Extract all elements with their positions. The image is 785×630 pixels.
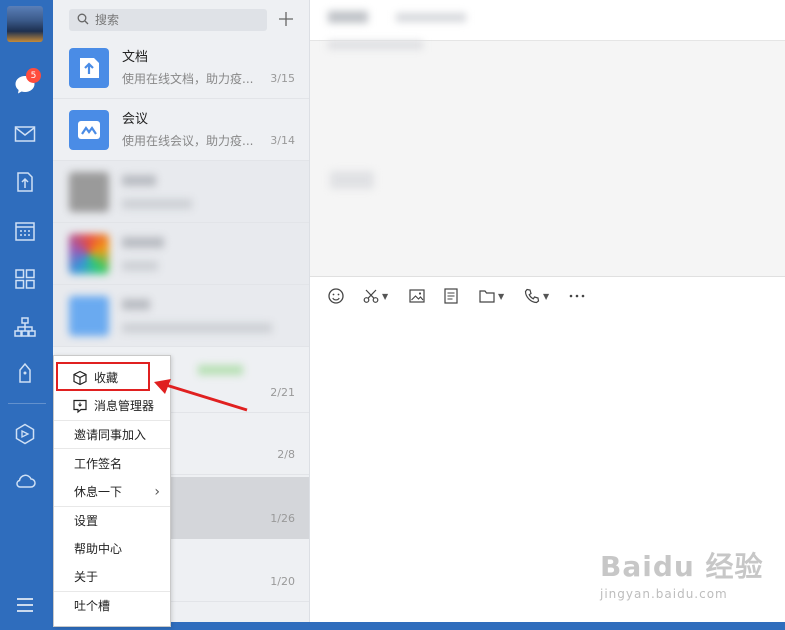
conversation-item-docs[interactable]: 文档 使用在线文档，助力疫... 3/15	[53, 37, 309, 99]
menu-item-invite-colleagues[interactable]: 邀请同事加入	[54, 421, 170, 448]
blurred-title	[122, 237, 164, 248]
blurred-message-bubble	[330, 171, 374, 189]
message-toolbar: ▼ ▼ ▼	[310, 278, 785, 314]
menu-item-label: 消息管理器	[94, 399, 155, 413]
conversation-item-blurred[interactable]	[53, 161, 309, 223]
watermark-main: Baidu 经验	[600, 550, 764, 583]
meeting-app-icon	[69, 110, 109, 150]
note-button[interactable]	[442, 286, 460, 306]
conversation-date: 3/14	[270, 134, 295, 147]
left-nav-bar: 5	[0, 0, 53, 630]
image-icon	[409, 289, 425, 303]
dropdown-caret-icon[interactable]: ▼	[543, 292, 549, 301]
conversation-preview: 使用在线文档，助力疫...	[122, 72, 254, 86]
user-avatar[interactable]	[7, 6, 43, 42]
search-icon	[77, 13, 89, 28]
call-button[interactable]: ▼	[523, 286, 549, 306]
blurred-preview	[122, 261, 158, 271]
menu-item-work-signature[interactable]: 工作签名	[54, 450, 170, 477]
blurred-title	[122, 175, 156, 186]
search-box[interactable]	[69, 9, 267, 31]
blurred-preview	[122, 323, 272, 333]
document-icon[interactable]	[12, 169, 38, 195]
image-button[interactable]	[408, 286, 426, 306]
workbench-icon[interactable]	[12, 421, 38, 447]
conversation-item-blurred[interactable]	[53, 285, 309, 347]
note-icon	[444, 288, 458, 304]
conversation-title: 文档	[122, 50, 149, 65]
docs-app-icon	[69, 48, 109, 88]
calendar-icon[interactable]	[12, 218, 38, 244]
conversation-date: 1/20	[270, 575, 295, 588]
org-chart-icon[interactable]	[12, 314, 38, 340]
menu-item-label: 工作签名	[74, 457, 123, 471]
conversation-title: 会议	[122, 112, 149, 127]
menu-item-help-center[interactable]: 帮助中心	[54, 535, 170, 562]
menu-divider	[54, 448, 170, 449]
folder-icon	[479, 290, 495, 303]
apps-icon[interactable]	[12, 266, 38, 292]
blurred-title	[122, 299, 150, 310]
emoji-icon	[328, 288, 344, 304]
conversation-date: 2/8	[277, 448, 295, 461]
conversation-date: 3/15	[270, 72, 295, 85]
file-button[interactable]: ▼	[478, 286, 504, 306]
blurred-chat-subtitle	[396, 13, 466, 22]
more-button[interactable]	[568, 286, 586, 306]
plus-icon	[279, 12, 293, 26]
search-input[interactable]	[95, 13, 255, 27]
watermark-sub: jingyan.baidu.com	[600, 587, 728, 601]
blurred-chat-title	[328, 11, 368, 23]
menu-item-label: 休息一下	[74, 485, 123, 499]
chevron-right-icon: ›	[154, 483, 160, 500]
conversation-date: 2/21	[270, 386, 295, 399]
conversation-preview: 使用在线会议，助力疫...	[122, 134, 254, 148]
annotation-highlight-box	[56, 362, 150, 391]
menu-item-label: 关于	[74, 570, 99, 584]
message-manager-icon	[73, 399, 87, 414]
add-button[interactable]	[275, 8, 297, 30]
blurred-preview	[122, 199, 192, 209]
menu-item-label: 设置	[74, 514, 99, 528]
menu-item-about[interactable]: 关于	[54, 563, 170, 590]
blurred-message	[328, 41, 423, 49]
pin-icon[interactable]	[12, 360, 38, 386]
menu-item-feedback[interactable]: 吐个槽	[54, 592, 170, 619]
cloud-icon[interactable]	[12, 468, 38, 494]
chat-header	[310, 0, 785, 41]
blurred-tag	[198, 365, 243, 375]
message-area	[310, 41, 785, 277]
screenshot-button[interactable]: ▼	[362, 286, 388, 306]
baidu-watermark: Baidu 经验 jingyan.baidu.com	[600, 545, 764, 601]
phone-icon	[524, 288, 540, 304]
unread-badge: 5	[26, 68, 41, 83]
menu-item-settings[interactable]: 设置	[54, 507, 170, 534]
menu-item-label: 邀请同事加入	[74, 428, 147, 442]
conversation-item-meeting[interactable]: 会议 使用在线会议，助力疫... 3/14	[53, 99, 309, 161]
conversation-item-blurred[interactable]	[53, 223, 309, 285]
conversation-date: 1/26	[270, 512, 295, 525]
contact-avatar	[69, 234, 109, 274]
scissors-icon	[363, 289, 379, 303]
dropdown-caret-icon[interactable]: ▼	[498, 292, 504, 301]
contact-avatar	[69, 296, 109, 336]
menu-icon[interactable]	[12, 592, 38, 618]
emoji-button[interactable]	[327, 286, 345, 306]
dropdown-caret-icon[interactable]: ▼	[382, 292, 388, 301]
more-dots-icon	[569, 294, 585, 298]
nav-divider	[8, 403, 46, 404]
menu-item-label: 帮助中心	[74, 542, 123, 556]
menu-item-label: 吐个槽	[74, 599, 111, 613]
mail-icon[interactable]	[12, 121, 38, 147]
annotation-arrow	[154, 379, 248, 412]
menu-item-take-a-break[interactable]: 休息一下 ›	[54, 478, 170, 505]
contact-avatar	[69, 172, 109, 212]
